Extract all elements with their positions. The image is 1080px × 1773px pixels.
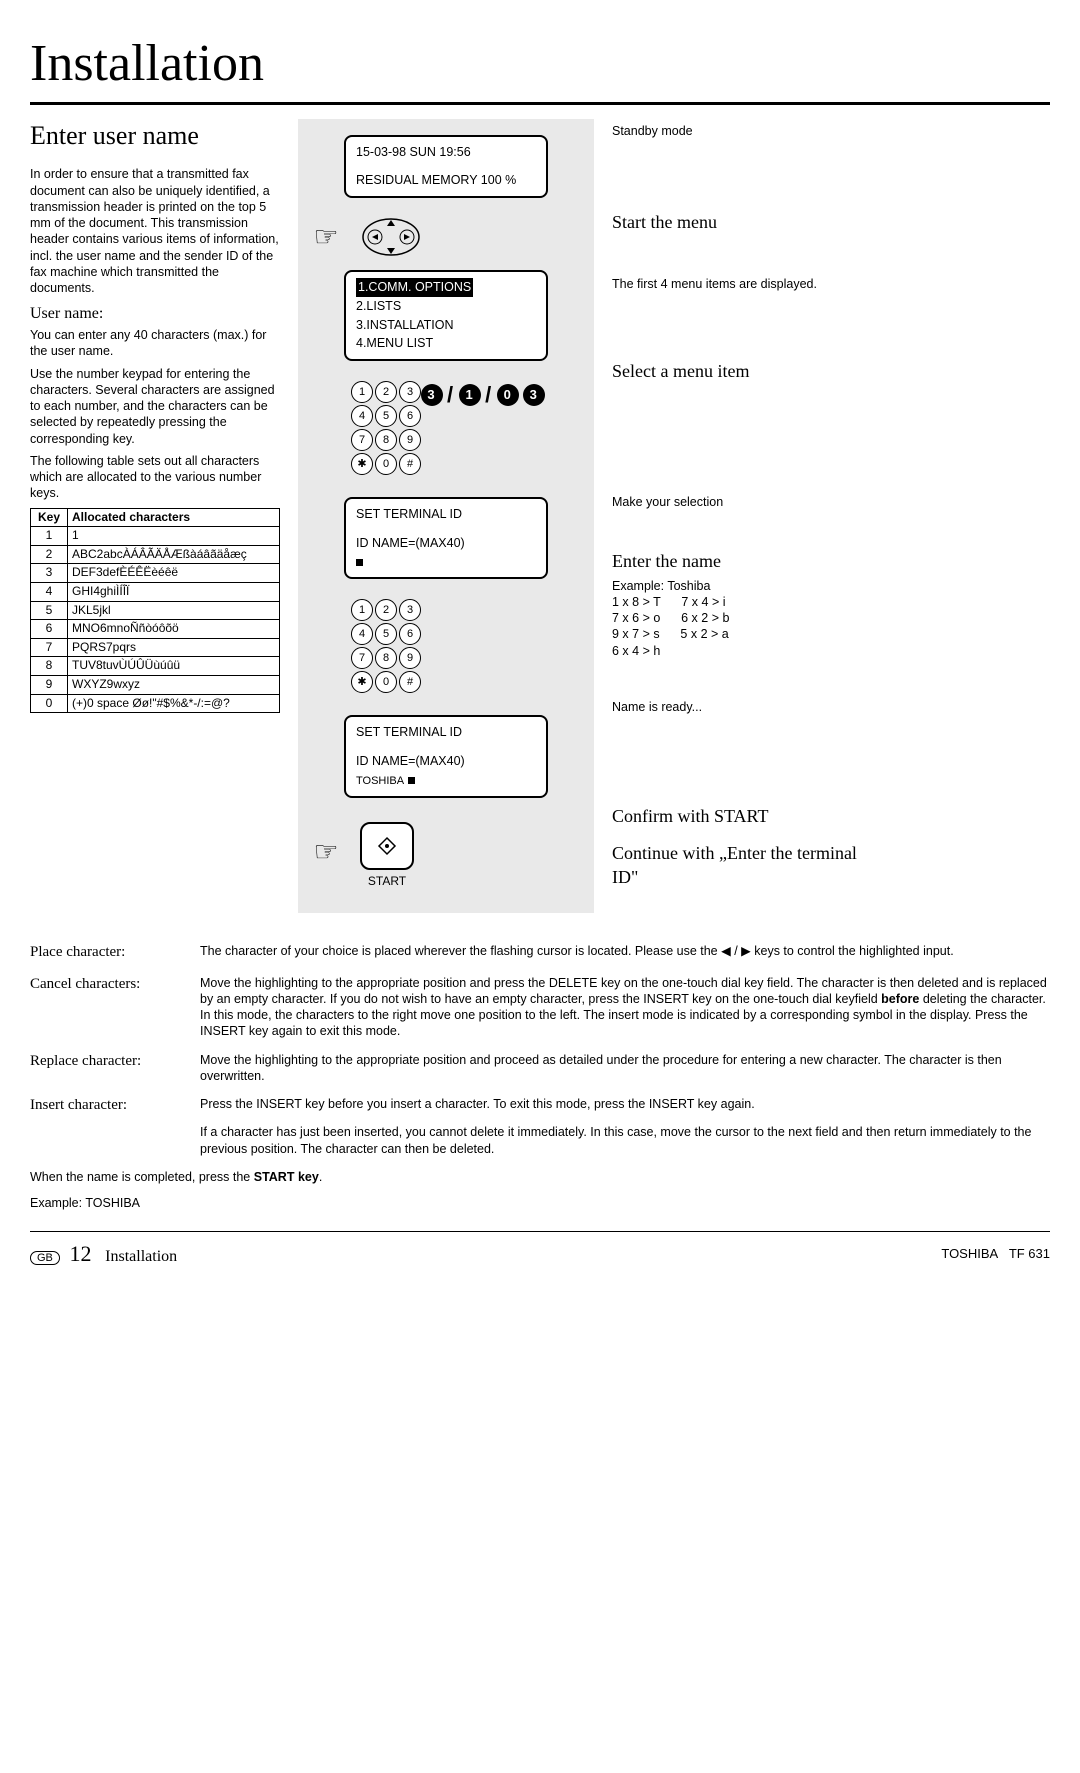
lcd-line: 2.LISTS [356,297,536,316]
keypad-row-1: 123456789✱0# 3 / 1 / 0 3 [351,381,541,475]
keypad-icon: 123456789✱0# [351,599,421,693]
table-row: DEF3defÈÉÊËèéêë [68,564,280,583]
insert-char-label: Insert character: [30,1096,200,1116]
table-row: MNO6mnoÑñòóôõö [68,620,280,639]
table-row: 2 [31,545,68,564]
page-title: Installation [30,30,1050,98]
table-row: 1 [68,527,280,546]
table-row: 5 [31,601,68,620]
replace-char-label: Replace character: [30,1052,200,1072]
page-number: 12 [70,1241,92,1266]
cancel-char-label: Cancel characters: [30,975,200,995]
start-label: START [368,874,406,890]
insert-char-text: Press the INSERT key before you insert a… [200,1096,1050,1157]
seq-key: 3 [421,384,443,406]
name-ready-text: Name is ready... [612,699,872,715]
footer-model: TF 631 [1009,1246,1050,1261]
confirm-heading: Confirm with START [612,805,872,828]
table-row: WXYZ9wxyz [68,676,280,695]
right-column: Standby mode Start the menu The first 4 … [594,119,872,920]
example-final: Example: TOSHIBA [30,1195,1050,1211]
example-line: 7 x 6 > o 6 x 2 > b [612,610,872,626]
start-button-icon [360,822,414,870]
middle-column: 15-03-98 SUN 19:56 RESIDUAL MEMORY 100 %… [298,119,594,914]
table-row: 7 [31,638,68,657]
lcd-line: SET TERMINAL ID [356,723,536,742]
table-row: 6 [31,620,68,639]
start-menu-heading: Start the menu [612,211,872,234]
lcd-line: ID NAME=(MAX40) [356,752,536,771]
th-chars: Allocated characters [68,508,280,527]
select-menu-heading: Select a menu item [612,360,872,383]
language-badge: GB [30,1251,60,1265]
seq-key: 3 [523,384,545,406]
username-p3: The following table sets out all charact… [30,453,280,502]
table-row: (+)0 space Øø!"#$%&*-/:=@? [68,694,280,713]
table-row: GHI4ghiÌÍÎÏ [68,583,280,602]
username-heading: User name: [30,304,280,325]
divider-top [30,102,1050,105]
example-line: 1 x 8 > T 7 x 4 > i [612,594,872,610]
table-row: 0 [31,694,68,713]
username-p2: Use the number keypad for entering the c… [30,366,280,447]
username-p1: You can enter any 40 characters (max.) f… [30,327,280,360]
table-row: 9 [31,676,68,695]
lcd-line: 15-03-98 SUN 19:56 [356,143,536,162]
footer-section: Installation [105,1248,177,1265]
table-row: PQRS7pqrs [68,638,280,657]
table-row: 1 [31,527,68,546]
seq-key: 0 [497,384,519,406]
key-sequence: 3 / 1 / 0 3 [421,381,545,410]
footer: GB 12 Installation TOSHIBA TF 631 [30,1240,1050,1269]
character-table: KeyAllocated characters 11 2ABC2abcÀÁÂÃÄ… [30,508,280,714]
completion-text: When the name is completed, press the ST… [30,1169,1050,1185]
section-heading: Enter user name [30,119,280,153]
lcd-line: ID NAME=(MAX40) [356,534,536,553]
first4-text: The first 4 menu items are displayed. [612,276,872,292]
lcd-line: RESIDUAL MEMORY 100 % [356,171,536,190]
intro-paragraph: In order to ensure that a transmitted fa… [30,166,280,296]
lcd-line: 3.INSTALLATION [356,316,536,335]
lcd-terminal-id-toshiba: SET TERMINAL ID ID NAME=(MAX40) TOSHIBA [344,715,548,797]
keypad-icon: 123456789✱0# [351,381,421,475]
seq-key: 1 [459,384,481,406]
pointing-hand-icon: ☞ [306,834,346,870]
lcd-line: 4.MENU LIST [356,334,536,353]
table-row: 8 [31,657,68,676]
th-key: Key [31,508,68,527]
left-column: Enter user name In order to ensure that … [30,119,298,714]
lcd-line-selected: 1.COMM. OPTIONS [356,278,473,297]
table-row: TUV8tuvÙÚÛÜùúûü [68,657,280,676]
table-row: ABC2abcÀÁÂÃÄÅÆßàáâãäåæç [68,545,280,564]
lcd-line: TOSHIBA [356,775,404,787]
footer-brand: TOSHIBA [941,1246,998,1261]
example-line: 9 x 7 > s 5 x 2 > a [612,626,872,642]
keypad-row-2: 123456789✱0# [351,599,541,693]
make-selection-text: Make your selection [612,494,872,510]
lcd-terminal-id-empty: SET TERMINAL ID ID NAME=(MAX40) [344,497,548,579]
pointing-hand-icon: ☞ [306,219,346,255]
place-char-text: The character of your choice is placed w… [200,943,1050,959]
cancel-char-text: Move the highlighting to the appropriate… [200,975,1050,1040]
standby-label: Standby mode [612,123,872,139]
place-char-label: Place character: [30,943,200,963]
divider-bottom [30,1231,1050,1232]
lcd-menu: 1.COMM. OPTIONS 2.LISTS 3.INSTALLATION 4… [344,270,548,361]
cursor-icon [408,777,415,784]
table-row: 3 [31,564,68,583]
continue-heading: Continue with „Enter the terminal ID" [612,842,872,889]
dpad-icon [360,216,422,258]
example-line: 6 x 4 > h [612,643,872,659]
enter-name-heading: Enter the name [612,550,872,573]
lcd-standby: 15-03-98 SUN 19:56 RESIDUAL MEMORY 100 % [344,135,548,199]
cursor-icon [356,559,363,566]
example-label: Example: Toshiba [612,578,872,594]
lcd-line: SET TERMINAL ID [356,505,536,524]
table-row: 4 [31,583,68,602]
table-row: JKL5jkl [68,601,280,620]
replace-char-text: Move the highlighting to the appropriate… [200,1052,1050,1085]
